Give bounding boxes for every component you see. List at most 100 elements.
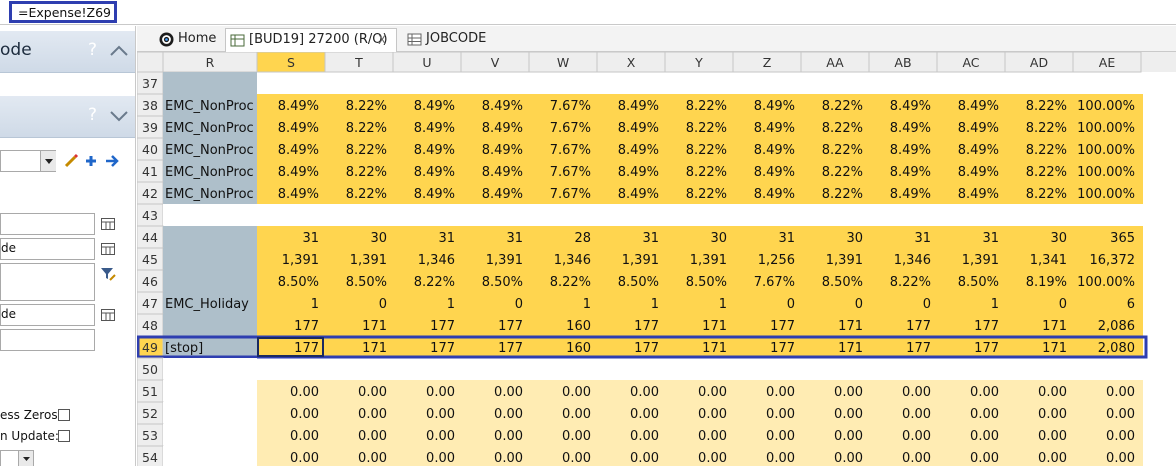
data-cell[interactable]: 177 bbox=[498, 319, 523, 334]
data-cell[interactable]: 8.22% bbox=[346, 143, 387, 158]
data-cell[interactable]: 0.00 bbox=[698, 407, 727, 422]
data-cell[interactable]: 8.49% bbox=[414, 187, 455, 202]
data-cell[interactable]: 171 bbox=[838, 319, 863, 334]
data-cell[interactable]: 8.49% bbox=[278, 187, 319, 202]
data-cell[interactable]: 177 bbox=[974, 341, 999, 356]
data-cell[interactable]: 177 bbox=[770, 341, 795, 356]
data-cell[interactable]: 1 bbox=[719, 297, 727, 312]
data-cell[interactable]: 0 bbox=[923, 297, 931, 312]
data-cell[interactable]: 0.00 bbox=[834, 429, 863, 444]
data-cell[interactable]: 8.49% bbox=[482, 121, 523, 136]
data-cell[interactable]: 8.49% bbox=[414, 165, 455, 180]
data-cell[interactable]: 171 bbox=[702, 319, 727, 334]
data-cell[interactable]: 8.49% bbox=[958, 165, 999, 180]
data-cell[interactable]: 8.49% bbox=[890, 143, 931, 158]
data-cell[interactable]: 7.67% bbox=[550, 187, 591, 202]
data-cell[interactable]: 8.49% bbox=[482, 143, 523, 158]
data-cell[interactable]: 0 bbox=[1059, 297, 1067, 312]
dropdown-arrow-icon[interactable] bbox=[40, 151, 56, 171]
data-cell[interactable]: 8.49% bbox=[754, 99, 795, 114]
data-cell[interactable]: 1,346 bbox=[418, 253, 455, 268]
data-cell[interactable]: 8.22% bbox=[1026, 121, 1067, 136]
data-cell[interactable]: 0 bbox=[379, 297, 387, 312]
data-cell[interactable]: 8.49% bbox=[754, 121, 795, 136]
data-cell[interactable]: 6 bbox=[1127, 297, 1135, 312]
tab-bud19-worksheet[interactable]: [BUD19] 27200 (R/O) X bbox=[225, 28, 397, 52]
data-cell[interactable]: 8.49% bbox=[278, 165, 319, 180]
data-cell[interactable]: 177 bbox=[906, 341, 931, 356]
data-cell[interactable]: 0.00 bbox=[970, 385, 999, 400]
data-cell[interactable]: 0.00 bbox=[1106, 429, 1135, 444]
data-cell[interactable]: 0.00 bbox=[902, 385, 931, 400]
data-cell[interactable]: 0.00 bbox=[494, 451, 523, 466]
label-cell[interactable] bbox=[163, 358, 257, 380]
data-cell[interactable]: 0.00 bbox=[630, 407, 659, 422]
label-cell[interactable] bbox=[163, 424, 257, 446]
data-cell[interactable]: 1 bbox=[651, 297, 659, 312]
data-cell[interactable]: 8.49% bbox=[890, 187, 931, 202]
data-cell[interactable]: 8.49% bbox=[278, 99, 319, 114]
data-cell[interactable]: 0.00 bbox=[834, 451, 863, 466]
data-cell[interactable]: 177 bbox=[430, 319, 455, 334]
data-cell[interactable]: 8.49% bbox=[890, 121, 931, 136]
formula-input[interactable]: =Expense!Z69 bbox=[9, 1, 117, 23]
data-cell[interactable]: 31 bbox=[642, 231, 659, 246]
data-cell[interactable]: 0.00 bbox=[358, 407, 387, 422]
data-cell[interactable]: 8.49% bbox=[618, 165, 659, 180]
data-cell[interactable]: 160 bbox=[566, 319, 591, 334]
arrow-right-icon[interactable] bbox=[104, 153, 120, 169]
data-cell[interactable]: 0.00 bbox=[562, 385, 591, 400]
data-cell[interactable]: 31 bbox=[438, 231, 455, 246]
data-cell[interactable]: 8.50% bbox=[618, 275, 659, 290]
data-cell[interactable]: 1 bbox=[991, 297, 999, 312]
data-cell[interactable]: 8.49% bbox=[754, 165, 795, 180]
data-cell[interactable]: 8.22% bbox=[1026, 165, 1067, 180]
data-cell[interactable]: 0.00 bbox=[290, 451, 319, 466]
data-cell[interactable]: 8.22% bbox=[822, 143, 863, 158]
help-icon[interactable]: ? bbox=[88, 105, 97, 125]
data-cell[interactable]: 0 bbox=[787, 297, 795, 312]
data-cell[interactable]: 171 bbox=[1042, 319, 1067, 334]
data-cell[interactable]: 0.00 bbox=[698, 385, 727, 400]
data-cell[interactable]: 0.00 bbox=[494, 429, 523, 444]
data-cell[interactable]: 8.49% bbox=[414, 143, 455, 158]
data-cell[interactable]: 8.22% bbox=[822, 121, 863, 136]
label-cell[interactable] bbox=[163, 270, 257, 292]
tab-close-button[interactable]: X bbox=[378, 29, 386, 51]
data-cell[interactable]: 100.00% bbox=[1077, 165, 1135, 180]
data-cell[interactable]: 0.00 bbox=[766, 451, 795, 466]
add-icon[interactable] bbox=[83, 153, 99, 169]
data-cell[interactable]: 1,391 bbox=[350, 253, 387, 268]
data-cell[interactable]: 8.22% bbox=[1026, 99, 1067, 114]
data-cell[interactable]: 1,346 bbox=[554, 253, 591, 268]
data-cell[interactable]: 0.00 bbox=[970, 429, 999, 444]
data-cell[interactable]: 8.49% bbox=[278, 143, 319, 158]
data-cell[interactable]: 7.67% bbox=[550, 99, 591, 114]
data-cell[interactable]: 171 bbox=[702, 341, 727, 356]
data-cell[interactable]: 1 bbox=[311, 297, 319, 312]
data-cell[interactable]: 177 bbox=[974, 319, 999, 334]
label-cell[interactable] bbox=[163, 248, 257, 270]
data-cell[interactable]: 0.00 bbox=[1106, 407, 1135, 422]
data-cell[interactable]: 1,391 bbox=[962, 253, 999, 268]
data-cell[interactable]: 0.00 bbox=[970, 407, 999, 422]
data-cell[interactable]: 0.00 bbox=[698, 451, 727, 466]
data-cell[interactable]: 1,391 bbox=[826, 253, 863, 268]
data-cell[interactable]: 0.00 bbox=[902, 451, 931, 466]
data-cell[interactable]: 0.00 bbox=[766, 429, 795, 444]
data-cell[interactable]: 177 bbox=[430, 341, 455, 356]
data-cell[interactable]: 8.49% bbox=[754, 143, 795, 158]
data-cell[interactable]: 0.00 bbox=[290, 385, 319, 400]
data-cell[interactable]: 8.22% bbox=[346, 121, 387, 136]
data-cell[interactable]: 8.22% bbox=[686, 187, 727, 202]
data-cell[interactable]: 1,391 bbox=[622, 253, 659, 268]
data-cell[interactable]: 0.00 bbox=[630, 385, 659, 400]
data-cell[interactable]: 100.00% bbox=[1077, 143, 1135, 158]
data-cell[interactable]: 1,391 bbox=[282, 253, 319, 268]
dropdown-arrow-icon[interactable] bbox=[18, 451, 33, 466]
data-cell[interactable]: 8.49% bbox=[958, 187, 999, 202]
data-cell[interactable]: 100.00% bbox=[1077, 187, 1135, 202]
label-cell[interactable] bbox=[163, 204, 257, 226]
data-cell[interactable]: 0.00 bbox=[1038, 451, 1067, 466]
data-cell[interactable]: 8.49% bbox=[618, 143, 659, 158]
